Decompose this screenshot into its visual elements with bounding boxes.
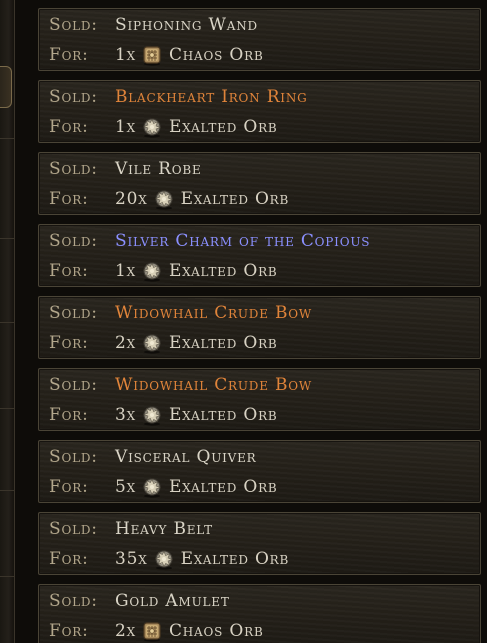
price-value: 1x Chaos Orb <box>115 41 264 69</box>
sold-label: Sold: <box>49 87 98 107</box>
exalted-orb-icon <box>153 188 175 210</box>
sale-entry[interactable]: Sold: Blackheart Iron Ring For: 1x Exalt… <box>38 80 481 143</box>
sale-entry[interactable]: Sold: Gold Amulet For: 2x Chaos Orb <box>38 584 481 643</box>
price-row: For: 5x Exalted Orb <box>39 473 480 501</box>
price-quantity: 5x <box>115 477 136 497</box>
currency-name: Chaos Orb <box>168 45 264 65</box>
sold-row: Sold: Blackheart Iron Ring <box>39 83 480 111</box>
sold-row: Sold: Vile Robe <box>39 155 480 183</box>
price-row: For: 1x Exalted Orb <box>39 113 480 141</box>
sold-label: Sold: <box>49 231 98 251</box>
price-value: 1x Exalted Orb <box>115 113 278 141</box>
sold-row: Sold: Widowhail Crude Bow <box>39 299 480 327</box>
sale-entry[interactable]: Sold: Visceral Quiver For: 5x Exalted Or… <box>38 440 481 503</box>
item-name: Widowhail Crude Bow <box>115 303 313 323</box>
item-name: Widowhail Crude Bow <box>115 375 313 395</box>
sold-label: Sold: <box>49 375 98 395</box>
price-row: For: 1x Exalted Orb <box>39 257 480 285</box>
sold-label: Sold: <box>49 15 98 35</box>
sold-row: Sold: Visceral Quiver <box>39 443 480 471</box>
price-quantity: 1x <box>115 45 136 65</box>
for-label: For: <box>49 45 89 65</box>
price-quantity: 3x <box>115 405 136 425</box>
item-name: Gold Amulet <box>115 591 230 611</box>
sold-row: Sold: Silver Charm of the Copious <box>39 227 480 255</box>
left-panel-tab[interactable] <box>0 66 12 108</box>
price-row: For: 20x Exalted Orb <box>39 185 480 213</box>
item-name: Heavy Belt <box>115 519 213 539</box>
exalted-orb-icon <box>141 476 163 498</box>
currency-name: Exalted Orb <box>168 333 278 353</box>
price-value: 35x Exalted Orb <box>115 545 289 573</box>
exalted-orb-icon <box>141 116 163 138</box>
price-value: 2x Exalted Orb <box>115 329 278 357</box>
sale-entry[interactable]: Sold: Widowhail Crude Bow For: 3x Exalte… <box>38 368 481 431</box>
price-row: For: 1x Chaos Orb <box>39 41 480 69</box>
for-label: For: <box>49 333 89 353</box>
price-quantity: 1x <box>115 117 136 137</box>
sale-entry[interactable]: Sold: Widowhail Crude Bow For: 2x Exalte… <box>38 296 481 359</box>
currency-name: Exalted Orb <box>180 189 290 209</box>
rail-divider <box>0 138 14 139</box>
sales-history-list: Sold: Siphoning Wand For: 1x Chaos Orb S… <box>38 8 481 643</box>
price-row: For: 2x Chaos Orb <box>39 617 480 643</box>
currency-name: Exalted Orb <box>168 405 278 425</box>
for-label: For: <box>49 117 89 137</box>
price-quantity: 2x <box>115 333 136 353</box>
price-row: For: 2x Exalted Orb <box>39 329 480 357</box>
item-name: Blackheart Iron Ring <box>115 87 308 107</box>
rail-divider <box>0 238 14 239</box>
price-quantity: 2x <box>115 621 136 641</box>
for-label: For: <box>49 189 89 209</box>
price-row: For: 3x Exalted Orb <box>39 401 480 429</box>
currency-name: Exalted Orb <box>168 477 278 497</box>
sold-row: Sold: Siphoning Wand <box>39 11 480 39</box>
rail-divider <box>0 576 14 577</box>
exalted-orb-icon <box>141 332 163 354</box>
price-row: For: 35x Exalted Orb <box>39 545 480 573</box>
currency-name: Exalted Orb <box>168 261 278 281</box>
currency-name: Exalted Orb <box>168 117 278 137</box>
sold-row: Sold: Heavy Belt <box>39 515 480 543</box>
price-quantity: 35x <box>115 549 148 569</box>
sold-label: Sold: <box>49 591 98 611</box>
price-value: 1x Exalted Orb <box>115 257 278 285</box>
left-rail <box>0 0 15 643</box>
price-value: 5x Exalted Orb <box>115 473 278 501</box>
currency-name: Exalted Orb <box>180 549 290 569</box>
sold-label: Sold: <box>49 519 98 539</box>
currency-name: Chaos Orb <box>168 621 264 641</box>
sale-entry[interactable]: Sold: Heavy Belt For: 35x Exalted Orb <box>38 512 481 575</box>
exalted-orb-icon <box>153 548 175 570</box>
for-label: For: <box>49 549 89 569</box>
sale-entry[interactable]: Sold: Siphoning Wand For: 1x Chaos Orb <box>38 8 481 71</box>
for-label: For: <box>49 621 89 641</box>
exalted-orb-icon <box>141 260 163 282</box>
for-label: For: <box>49 261 89 281</box>
rail-divider <box>0 490 14 491</box>
price-value: 20x Exalted Orb <box>115 185 289 213</box>
price-quantity: 20x <box>115 189 148 209</box>
exalted-orb-icon <box>141 404 163 426</box>
item-name: Vile Robe <box>115 159 202 179</box>
sold-row: Sold: Gold Amulet <box>39 587 480 615</box>
rail-divider <box>0 408 14 409</box>
chaos-orb-icon <box>141 44 163 66</box>
item-name: Visceral Quiver <box>115 447 257 467</box>
sold-label: Sold: <box>49 447 98 467</box>
sale-entry[interactable]: Sold: Vile Robe For: 20x Exalted Orb <box>38 152 481 215</box>
sold-row: Sold: Widowhail Crude Bow <box>39 371 480 399</box>
sale-entry[interactable]: Sold: Silver Charm of the Copious For: 1… <box>38 224 481 287</box>
sold-label: Sold: <box>49 303 98 323</box>
sold-label: Sold: <box>49 159 98 179</box>
rail-divider <box>0 322 14 323</box>
price-value: 2x Chaos Orb <box>115 617 264 643</box>
for-label: For: <box>49 477 89 497</box>
item-name: Silver Charm of the Copious <box>115 231 371 251</box>
item-name: Siphoning Wand <box>115 15 258 35</box>
chaos-orb-icon <box>141 620 163 642</box>
price-value: 3x Exalted Orb <box>115 401 278 429</box>
price-quantity: 1x <box>115 261 136 281</box>
for-label: For: <box>49 405 89 425</box>
